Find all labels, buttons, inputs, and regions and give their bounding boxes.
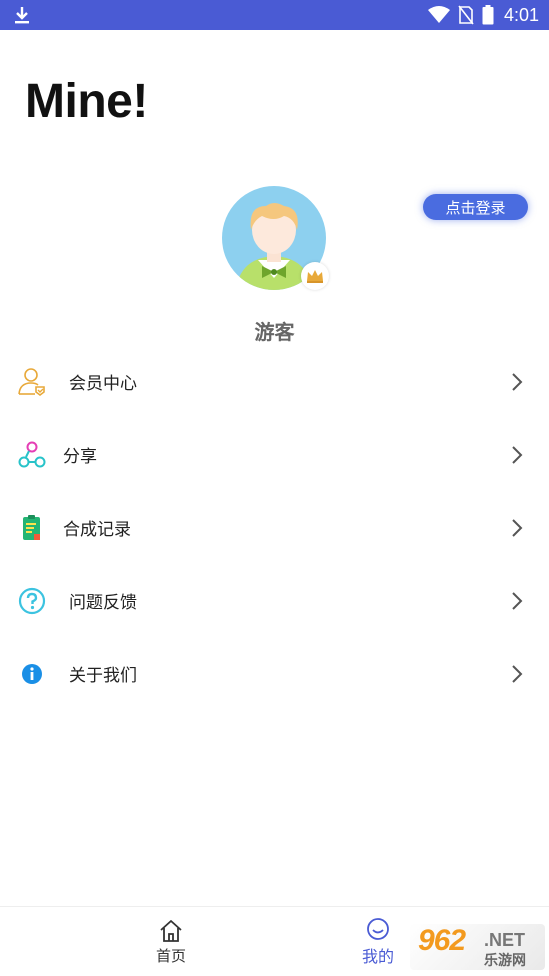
home-icon (160, 920, 182, 942)
download-icon (15, 7, 29, 24)
menu-item-about-us[interactable]: 关于我们 (0, 637, 549, 710)
member-icon (17, 367, 47, 397)
nav-label-home: 首页 (155, 947, 186, 965)
menu-list: 会员中心 分享 合成记录 问题反馈 关于我们 (0, 345, 549, 710)
watermark-site: 乐游网 (484, 953, 526, 969)
watermark-suffix: .NET (484, 930, 526, 950)
status-bar: 4:01 (0, 0, 549, 30)
chevron-right-icon (512, 372, 523, 391)
menu-item-member-center[interactable]: 会员中心 (0, 345, 549, 418)
info-icon (17, 659, 47, 689)
page-title: Mine! (25, 75, 148, 128)
chevron-right-icon (512, 518, 523, 537)
chevron-right-icon (512, 664, 523, 683)
nav-tab-mine[interactable]: 我的 (348, 917, 408, 967)
vip-crown-badge (301, 262, 329, 290)
crown-icon (307, 270, 323, 283)
nav-label-mine: 我的 (361, 947, 394, 966)
menu-label-synthesis-record: 合成记录 (63, 520, 131, 540)
watermark-number: 962 (418, 924, 466, 957)
status-time: 4:01 (503, 4, 539, 25)
battery-icon (482, 5, 494, 25)
login-button[interactable]: 点击登录 (423, 194, 528, 220)
question-icon (17, 586, 47, 616)
chevron-right-icon (512, 591, 523, 610)
menu-label-feedback: 问题反馈 (69, 593, 137, 613)
smile-icon (367, 918, 389, 940)
username: 游客 (254, 320, 295, 344)
menu-label-member-center: 会员中心 (69, 374, 137, 394)
menu-label-about-us: 关于我们 (69, 666, 137, 686)
share-icon (17, 440, 47, 470)
wifi-icon (427, 6, 450, 23)
nav-tab-home[interactable]: 首页 (141, 919, 201, 966)
watermark-logo: 962 .NET 乐游网 (410, 924, 545, 970)
menu-item-synthesis-record[interactable]: 合成记录 (0, 491, 549, 564)
chevron-right-icon (512, 445, 523, 464)
menu-label-share: 分享 (63, 447, 97, 467)
record-icon (17, 513, 47, 543)
no-sim-icon (458, 5, 474, 25)
menu-item-feedback[interactable]: 问题反馈 (0, 564, 549, 637)
menu-item-share[interactable]: 分享 (0, 418, 549, 491)
